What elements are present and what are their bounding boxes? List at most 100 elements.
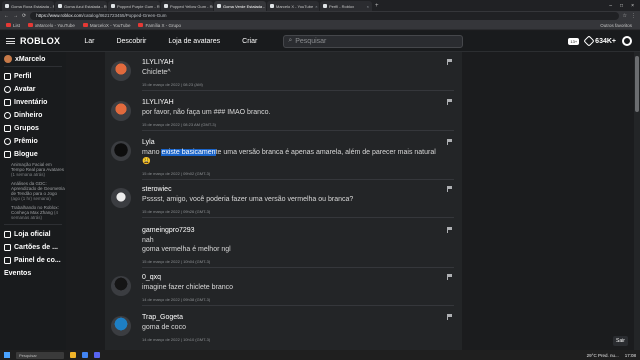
windows-start-icon[interactable]	[4, 352, 10, 358]
maximize-icon[interactable]: □	[620, 1, 623, 11]
comment-username[interactable]: gameingpro7293	[142, 227, 195, 234]
comment-item: Trap_Gogeta goma de coco 14 de março de 20…	[105, 310, 462, 350]
new-tab-icon[interactable]: +	[375, 1, 379, 11]
star-icon[interactable]: ☆	[623, 13, 627, 19]
selected-text: existe basicamen	[161, 149, 216, 156]
avatar[interactable]	[111, 188, 131, 208]
report-flag-icon[interactable]	[447, 99, 452, 105]
report-flag-icon[interactable]	[447, 139, 452, 145]
sidebar-item-bottom-3[interactable]: Painel de co...	[4, 254, 66, 267]
report-flag-icon[interactable]	[447, 227, 452, 233]
close-icon[interactable]: ×	[367, 4, 369, 9]
roblox-favicon-icon	[111, 4, 115, 8]
other-bookmarks[interactable]: Outros favoritos	[600, 23, 640, 28]
taskbar-search[interactable]: Pesquisar	[16, 351, 64, 359]
browser-tab[interactable]: Popped Purple Gum - Roblox×	[108, 1, 160, 11]
sidebar-item-3[interactable]: Inventário	[4, 96, 66, 109]
youtube-icon	[138, 23, 144, 28]
sidebar-user[interactable]: xMarcelo	[4, 55, 66, 63]
roblox-favicon-icon	[5, 4, 9, 8]
bookmark-label: List	[13, 22, 21, 28]
chrome-icon[interactable]	[82, 352, 88, 358]
clock-text[interactable]: 17:08	[625, 353, 636, 358]
comment-username[interactable]: sterowiec	[142, 186, 172, 193]
report-flag-icon[interactable]	[447, 314, 452, 320]
blog-post-link[interactable]: Análises da GDC: Aprendizado de Geometri…	[11, 181, 66, 201]
sidebar-item-label: Eventos	[4, 270, 32, 277]
avatar	[4, 55, 12, 63]
roblox-favicon-icon	[58, 4, 62, 8]
close-icon[interactable]: ×	[315, 4, 317, 9]
browser-tab[interactable]: Goma Azul Estalada - Roblox×	[55, 1, 107, 11]
bookmarks-bar: List xMarcelo - YouTube MarceloX - YouTube…	[0, 21, 640, 30]
blog-post-link[interactable]: Animação Facial em Tempo Real para Avata…	[11, 162, 66, 177]
bookmark-item[interactable]: List	[6, 23, 20, 28]
page-scrollbar[interactable]	[634, 52, 640, 350]
sidebar-item-1[interactable]: Perfil	[4, 70, 66, 83]
sidebar-item-7[interactable]: Blogue	[4, 148, 66, 161]
comment-username[interactable]: Lyla	[142, 139, 155, 146]
search-input[interactable]: ⌕ Pesquisar	[283, 34, 464, 48]
forward-icon[interactable]: →	[13, 13, 18, 19]
reload-icon[interactable]: ⟳	[22, 13, 26, 19]
leave-button[interactable]: Sair	[613, 336, 628, 346]
comment-username[interactable]: 1LYLIYAH	[142, 99, 174, 106]
file-explorer-icon[interactable]	[70, 352, 76, 358]
settings-gear-icon[interactable]	[622, 36, 632, 46]
sidebar-item-5[interactable]: Grupos	[4, 122, 66, 135]
url-field[interactable]: https://www.roblox.com/catalog/862172345…	[30, 12, 619, 20]
avatar[interactable]	[111, 276, 131, 296]
sidebar-item-bottom-2[interactable]: Cartões de ...	[4, 241, 66, 254]
comment-username[interactable]: Trap_Gogeta	[142, 314, 183, 321]
browser-tab[interactable]: Perfil - Roblox ×	[320, 1, 372, 11]
bookmark-item[interactable]: xMarcelo - YouTube	[28, 23, 75, 28]
youtube-icon	[82, 23, 88, 28]
sidebar-item-2[interactable]: Avatar	[4, 83, 66, 96]
blog-post-title: Trabalhando no Roblox: Conheça Max Zhang	[11, 205, 59, 215]
bookmark-item[interactable]: Família X - Grupo	[138, 23, 181, 28]
sidebar-item-6[interactable]: Prêmio	[4, 135, 66, 148]
discord-icon[interactable]	[94, 352, 100, 358]
hamburger-menu-icon[interactable]	[6, 38, 15, 44]
address-bar-row: ← → ⟳ https://www.roblox.com/catalog/862…	[0, 11, 640, 21]
back-icon[interactable]: ←	[4, 13, 9, 19]
browser-tab[interactable]: Goma Verde Estalada - Roblox×	[214, 1, 266, 11]
sidebar-item-4[interactable]: Dinheiro	[4, 109, 66, 122]
browser-tab[interactable]: Goma Roxa Estalada - Roblox×	[2, 1, 54, 11]
report-flag-icon[interactable]	[447, 274, 452, 280]
nav-link-loja-de-avatares[interactable]: Loja de avatares	[168, 38, 220, 45]
minimize-icon[interactable]: –	[609, 1, 612, 11]
avatar[interactable]	[111, 316, 131, 336]
nav-link-criar[interactable]: Criar	[242, 38, 257, 45]
sidebar-item-events[interactable]: Eventos	[4, 267, 66, 280]
comment-text-line: Chiclete^	[142, 69, 171, 76]
roblox-top-nav: ROBLOX Lar Descobrir Loja de avatares Criar…	[0, 31, 640, 52]
comments-panel: 1LYLIYAH Chiclete^ 15 de março de 2022 | 0…	[105, 52, 462, 350]
sidebar-item-bottom-1[interactable]: Loja oficial	[4, 228, 66, 241]
report-flag-icon[interactable]	[447, 186, 452, 192]
close-window-icon[interactable]: ×	[631, 1, 634, 11]
avatar[interactable]	[111, 61, 131, 81]
weather-text[interactable]: 29°C Pred. nu...	[587, 353, 619, 358]
report-flag-icon[interactable]	[447, 59, 452, 65]
roblox-logo[interactable]: ROBLOX	[20, 36, 60, 46]
comment-username[interactable]: 1LYLIYAH	[142, 59, 174, 66]
comment-item: sterowiec Psssst, amigo, você poderia faz…	[105, 182, 462, 222]
nav-link-lar[interactable]: Lar	[84, 38, 94, 45]
bookmark-item[interactable]: MarceloX - YouTube	[82, 23, 130, 28]
comment-item: 0_qxq imagine fazer chiclete branco 14 de …	[105, 270, 462, 310]
premium-icon	[4, 138, 11, 145]
nav-link-descobrir[interactable]: Descobrir	[116, 38, 146, 45]
avatar[interactable]	[111, 141, 131, 161]
search-icon: ⌕	[288, 37, 293, 44]
scrollbar-thumb[interactable]	[635, 56, 639, 112]
comment-divider	[142, 130, 454, 131]
browser-tab[interactable]: Popped Yellow Gum - Roblox×	[161, 1, 213, 11]
menu-dots-icon[interactable]: ⋮	[631, 13, 636, 19]
browser-tab[interactable]: Marcelo X - YouTube ×	[267, 1, 319, 11]
blog-post-link[interactable]: Trabalhando no Roblox: Conheça Max Zhang…	[11, 205, 66, 220]
robux-balance[interactable]: 634K+	[583, 35, 616, 47]
comment-item: Lyla mano existe basicamente uma versão b…	[105, 135, 462, 180]
comment-username[interactable]: 0_qxq	[142, 274, 161, 281]
avatar[interactable]	[111, 101, 131, 121]
